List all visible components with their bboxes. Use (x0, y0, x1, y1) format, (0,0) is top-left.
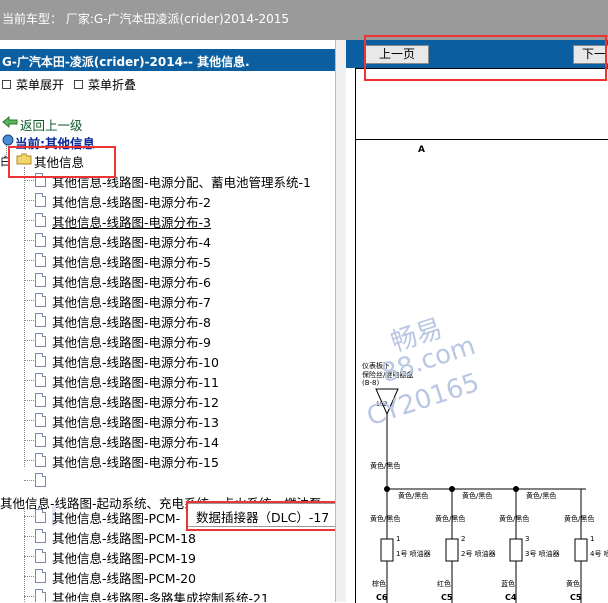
highlight-popup-box (186, 501, 349, 531)
page-icon (35, 473, 46, 487)
page-icon (35, 193, 46, 207)
page-icon (35, 413, 46, 427)
page-icon (35, 273, 46, 287)
current-vehicle-label: 当前车型： 厂家:G-广汽本田凌派(crider)2014-2015 (2, 12, 290, 26)
menu-expand-button[interactable]: 菜单展开 (2, 76, 64, 93)
page-icon (35, 549, 46, 563)
page-icon (35, 373, 46, 387)
highlight-folder-box (8, 146, 116, 178)
page-icon (35, 213, 46, 227)
page-icon (35, 529, 46, 543)
page-icon (35, 253, 46, 267)
page-icon (35, 393, 46, 407)
square-icon (2, 80, 11, 89)
page-icon (35, 589, 46, 602)
tree-header: G-广汽本田-凌派(crider)-2014-- 其他信息. (0, 49, 335, 71)
highlight-pager-box (364, 35, 607, 81)
page-icon (35, 313, 46, 327)
diagram-pane: 上一页 下一 A 仪表板下 保险丝/继电器盒 (B-8) 15B 黄色/黑色 黄… (345, 40, 608, 603)
menu-collapse-button[interactable]: 菜单折叠 (74, 76, 136, 93)
page-icon (35, 233, 46, 247)
page-icon (35, 569, 46, 583)
back-arrow-icon (2, 116, 18, 128)
page-icon (35, 353, 46, 367)
page-icon (35, 433, 46, 447)
square-icon (74, 80, 83, 89)
page-icon (35, 333, 46, 347)
globe-icon (2, 134, 14, 146)
splitter[interactable] (335, 40, 346, 602)
tree-item[interactable]: 其他信息-线路图-PCM- (52, 506, 180, 526)
tree-header-title: G-广汽本田-凌派(crider)-2014-- 其他信息. (2, 55, 250, 69)
page-icon (35, 509, 46, 523)
page-icon (35, 453, 46, 467)
title-bar: 当前车型： 厂家:G-广汽本田凌派(crider)2014-2015 (0, 0, 608, 40)
page-icon (35, 293, 46, 307)
